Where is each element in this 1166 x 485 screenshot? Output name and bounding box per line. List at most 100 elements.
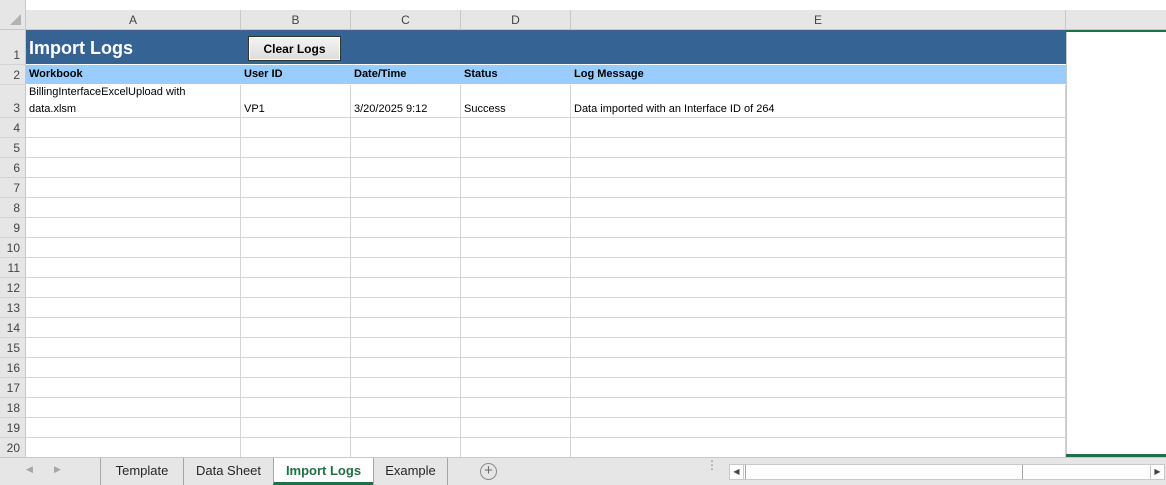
cell[interactable] (351, 158, 461, 177)
cell[interactable] (241, 358, 351, 377)
cell[interactable] (26, 318, 241, 337)
cell[interactable] (351, 198, 461, 217)
empty-row[interactable] (26, 378, 1066, 398)
row-header-8[interactable]: 8 (0, 198, 26, 218)
empty-row[interactable] (26, 158, 1066, 178)
empty-row[interactable] (26, 298, 1066, 318)
cell[interactable] (571, 398, 1066, 417)
cell[interactable] (571, 378, 1066, 397)
triangle-right-icon[interactable]: ▶ (54, 464, 61, 475)
row-header-2[interactable]: 2 (0, 65, 26, 85)
cell[interactable] (461, 278, 571, 297)
cell[interactable] (26, 298, 241, 317)
cell[interactable] (241, 218, 351, 237)
cell[interactable] (241, 338, 351, 357)
cell[interactable] (351, 138, 461, 157)
scroll-right-icon[interactable]: ▶ (1150, 465, 1164, 479)
cell[interactable] (571, 318, 1066, 337)
cell[interactable] (26, 238, 241, 257)
row-header-11[interactable]: 11 (0, 258, 26, 278)
empty-row[interactable] (26, 278, 1066, 298)
triangle-left-icon[interactable]: ◀ (26, 464, 33, 475)
cell[interactable] (351, 258, 461, 277)
row-header-16[interactable]: 16 (0, 358, 26, 378)
row-header-6[interactable]: 6 (0, 158, 26, 178)
tab-import-logs[interactable]: Import Logs (273, 458, 373, 485)
cell[interactable] (241, 318, 351, 337)
cell[interactable] (571, 198, 1066, 217)
cell[interactable] (351, 218, 461, 237)
cell[interactable] (241, 278, 351, 297)
empty-row[interactable] (26, 358, 1066, 378)
cell[interactable] (571, 438, 1066, 457)
title-row[interactable]: Import Logs (26, 30, 1066, 65)
cell[interactable] (461, 318, 571, 337)
tab-split-handle-icon[interactable]: ⋮ (706, 459, 718, 471)
cell[interactable] (461, 238, 571, 257)
row-header-18[interactable]: 18 (0, 398, 26, 418)
empty-row[interactable] (26, 398, 1066, 418)
plus-circle-icon[interactable]: + (480, 463, 497, 480)
column-header-a[interactable]: A (26, 10, 241, 30)
tab-template[interactable]: Template (100, 458, 183, 485)
row-header-3[interactable]: 3 (0, 85, 26, 118)
horizontal-scrollbar[interactable]: ◀ ▶ (729, 464, 1165, 480)
select-all-corner[interactable] (0, 0, 26, 30)
header-date-time[interactable]: Date/Time (351, 65, 461, 84)
tab-data-sheet[interactable]: Data Sheet (183, 458, 273, 485)
empty-row[interactable] (26, 258, 1066, 278)
cell[interactable] (26, 278, 241, 297)
empty-row[interactable] (26, 178, 1066, 198)
cell[interactable] (241, 138, 351, 157)
cell[interactable] (26, 418, 241, 437)
cell[interactable] (351, 338, 461, 357)
header-status[interactable]: Status (461, 65, 571, 84)
row-header-1[interactable]: 1 (0, 30, 26, 65)
empty-row[interactable] (26, 218, 1066, 238)
header-log-message[interactable]: Log Message (571, 65, 1066, 84)
empty-row[interactable] (26, 438, 1066, 457)
cell[interactable] (26, 158, 241, 177)
cell[interactable] (241, 178, 351, 197)
empty-row[interactable] (26, 418, 1066, 438)
cell[interactable] (461, 118, 571, 137)
cell[interactable] (461, 298, 571, 317)
cell[interactable] (571, 118, 1066, 137)
row-header-20[interactable]: 20 (0, 438, 26, 457)
cell[interactable] (26, 198, 241, 217)
cell-date-time[interactable]: 3/20/2025 9:12 (351, 85, 461, 117)
scroll-left-icon[interactable]: ◀ (730, 465, 744, 479)
cell[interactable] (26, 398, 241, 417)
cell[interactable] (571, 418, 1066, 437)
spreadsheet-grid[interactable]: A B C D E 1 2 3 4 5 6 7 8 9 10 11 12 13 … (0, 0, 1166, 457)
tab-example[interactable]: Example (373, 458, 448, 485)
cell[interactable] (351, 178, 461, 197)
empty-row[interactable] (26, 198, 1066, 218)
cell[interactable] (26, 338, 241, 357)
cell[interactable] (461, 338, 571, 357)
cell[interactable] (571, 218, 1066, 237)
row-header-4[interactable]: 4 (0, 118, 26, 138)
cell[interactable] (351, 418, 461, 437)
cell[interactable] (351, 398, 461, 417)
cell[interactable] (571, 178, 1066, 197)
column-header-c[interactable]: C (351, 10, 461, 30)
cell[interactable] (461, 438, 571, 457)
cell[interactable] (461, 218, 571, 237)
column-header-d[interactable]: D (461, 10, 571, 30)
cell[interactable] (461, 198, 571, 217)
cell[interactable] (26, 438, 241, 457)
empty-row[interactable] (26, 338, 1066, 358)
cell[interactable] (26, 378, 241, 397)
cell[interactable] (26, 358, 241, 377)
header-user-id[interactable]: User ID (241, 65, 351, 84)
cell[interactable] (351, 318, 461, 337)
cell[interactable] (571, 258, 1066, 277)
cell[interactable] (26, 258, 241, 277)
cell[interactable] (241, 398, 351, 417)
row-header-17[interactable]: 17 (0, 378, 26, 398)
cell[interactable] (241, 298, 351, 317)
cell[interactable] (26, 138, 241, 157)
row-header-7[interactable]: 7 (0, 178, 26, 198)
cell[interactable] (571, 338, 1066, 357)
